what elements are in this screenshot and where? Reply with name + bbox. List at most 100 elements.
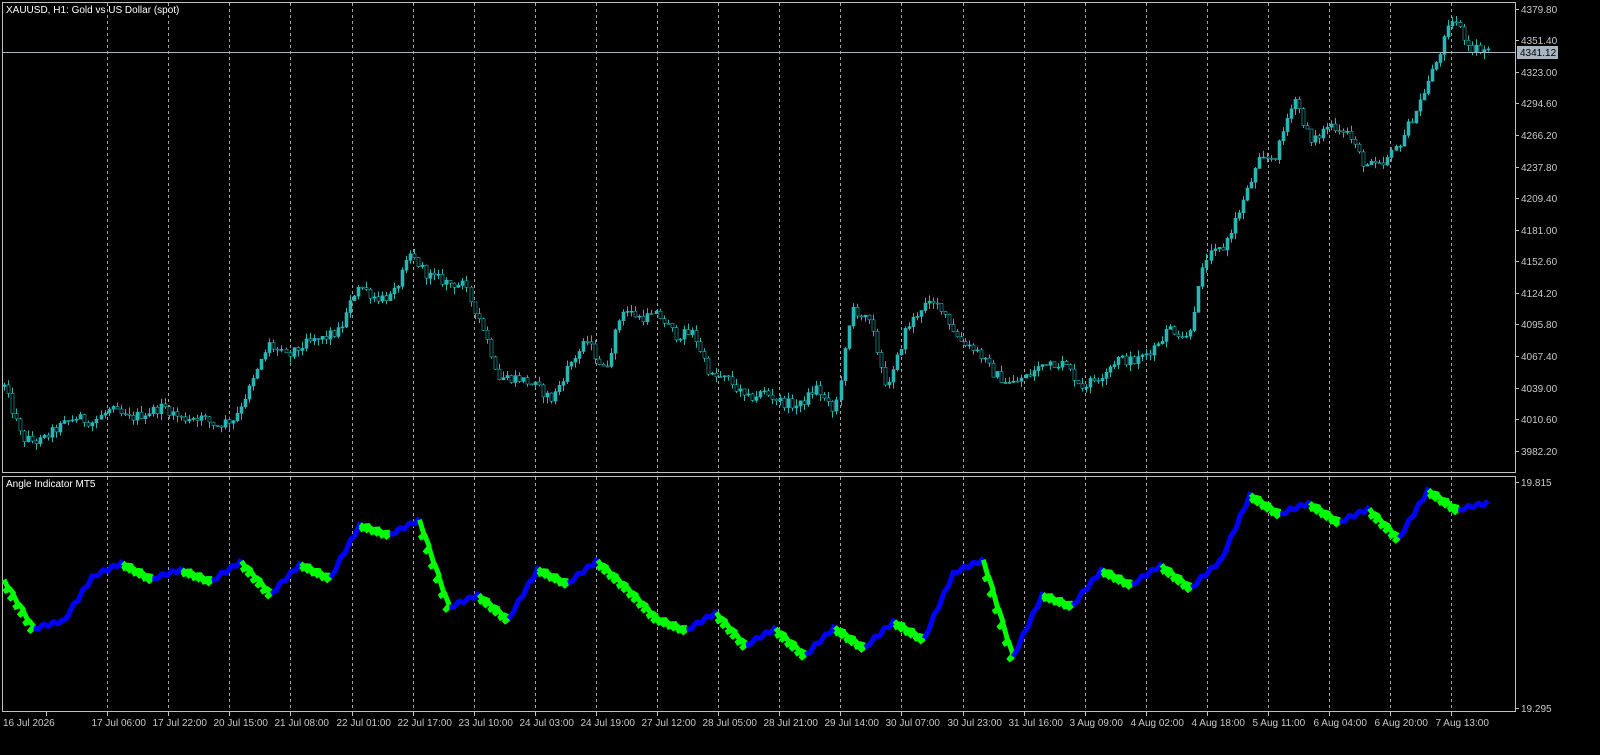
candle-body[interactable] [1003,382,1008,384]
candle-body[interactable] [215,425,220,427]
candle-body[interactable] [284,348,289,354]
candle-body[interactable] [1060,361,1065,368]
candle-body[interactable] [452,282,457,288]
candle-body[interactable] [975,349,980,352]
candle-body[interactable] [1353,139,1358,145]
candle-body[interactable] [802,400,807,405]
candle-body[interactable] [127,413,132,416]
candle-body[interactable] [143,415,148,419]
candle-body[interactable] [1032,370,1037,377]
candle-body[interactable] [348,300,353,313]
candle-body[interactable] [271,342,276,350]
candle-body[interactable] [847,325,852,349]
candle-body[interactable] [1048,361,1053,366]
candle-body[interactable] [131,415,136,421]
candle-body[interactable] [738,388,743,392]
candle-body[interactable] [6,384,11,394]
candle-body[interactable] [10,393,15,414]
candle-body[interactable] [983,357,988,360]
candle-body[interactable] [1152,345,1157,356]
candle-body[interactable] [1241,199,1246,214]
candle-body[interactable] [1056,366,1061,369]
candle-body[interactable] [1172,326,1177,335]
candle-body[interactable] [42,434,47,438]
candle-body[interactable] [448,280,453,284]
candle-body[interactable] [573,358,578,363]
candle-body[interactable] [517,375,522,382]
candle-body[interactable] [396,286,401,289]
candle-body[interactable] [356,286,361,297]
candle-body[interactable] [340,326,345,329]
candle-body[interactable] [649,313,654,315]
candle-body[interactable] [589,341,594,345]
candle-body[interactable] [1466,39,1471,46]
candle-body[interactable] [1188,330,1193,337]
price-axis[interactable]: 4379.80 4351.40 4323.00 4294.60 4266.20 4237.… [1515,5,1558,458]
candle-body[interactable] [1389,149,1394,158]
candle-body[interactable] [1269,158,1274,160]
candle-body[interactable] [352,295,357,301]
candle-body[interactable] [923,302,928,311]
candle-body[interactable] [203,415,208,418]
candle-body[interactable] [223,419,228,428]
candle-body[interactable] [1128,356,1133,366]
candle-body[interactable] [1478,44,1483,54]
candle-body[interactable] [605,365,610,368]
candle-body[interactable] [1007,382,1012,384]
candle-body[interactable] [207,416,212,423]
candle-body[interactable] [609,352,614,367]
candle-body[interactable] [662,318,667,324]
candle-body[interactable] [955,331,960,338]
candle-body[interactable] [86,422,91,427]
candle-body[interactable] [111,406,116,410]
candle-body[interactable] [62,420,67,424]
candle-body[interactable] [1019,377,1024,382]
candle-body[interactable] [1040,364,1045,367]
candle-body[interactable] [541,384,546,398]
candle-body[interactable] [826,397,831,402]
candle-body[interactable] [1458,22,1463,28]
candle-body[interactable] [553,391,558,402]
candle-body[interactable] [714,372,719,378]
candle-body[interactable] [179,415,184,418]
candle-body[interactable] [74,418,79,421]
candle-body[interactable] [292,347,297,357]
candle-body[interactable] [14,413,19,420]
candle-body[interactable] [686,329,691,335]
candle-body[interactable] [818,385,823,395]
candle-body[interactable] [90,422,95,427]
candle-body[interactable] [931,300,936,304]
candle-body[interactable] [871,319,876,332]
candle-body[interactable] [545,392,550,398]
candle-body[interactable] [971,344,976,351]
candle-body[interactable] [537,381,542,386]
candle-body[interactable] [907,326,912,329]
candle-body[interactable] [999,371,1004,383]
candle-body[interactable] [814,385,819,395]
candle-body[interactable] [135,411,140,421]
candle-body[interactable] [710,372,715,375]
candle-body[interactable] [1434,62,1439,70]
candle-body[interactable] [368,289,373,299]
candle-body[interactable] [794,405,799,409]
candle-body[interactable] [167,406,172,416]
candle-body[interactable] [1410,121,1415,124]
candle-body[interactable] [1164,329,1169,342]
candle-body[interactable] [1470,45,1475,53]
candle-body[interactable] [1381,162,1386,166]
candle-body[interactable] [1180,336,1185,338]
candle-body[interactable] [1144,353,1149,356]
candle-body[interactable] [139,411,144,420]
candle-body[interactable] [103,412,108,416]
candle-body[interactable] [851,306,856,327]
candle-body[interactable] [332,330,337,337]
candle-body[interactable] [464,280,469,288]
candle-body[interactable] [509,375,514,383]
candle-body[interactable] [726,375,731,378]
candle-body[interactable] [674,327,679,341]
candle-body[interactable] [730,376,735,385]
candle-body[interactable] [1261,156,1266,159]
candle-body[interactable] [187,419,192,422]
candle-body[interactable] [376,296,381,302]
candle-body[interactable] [1076,380,1081,385]
